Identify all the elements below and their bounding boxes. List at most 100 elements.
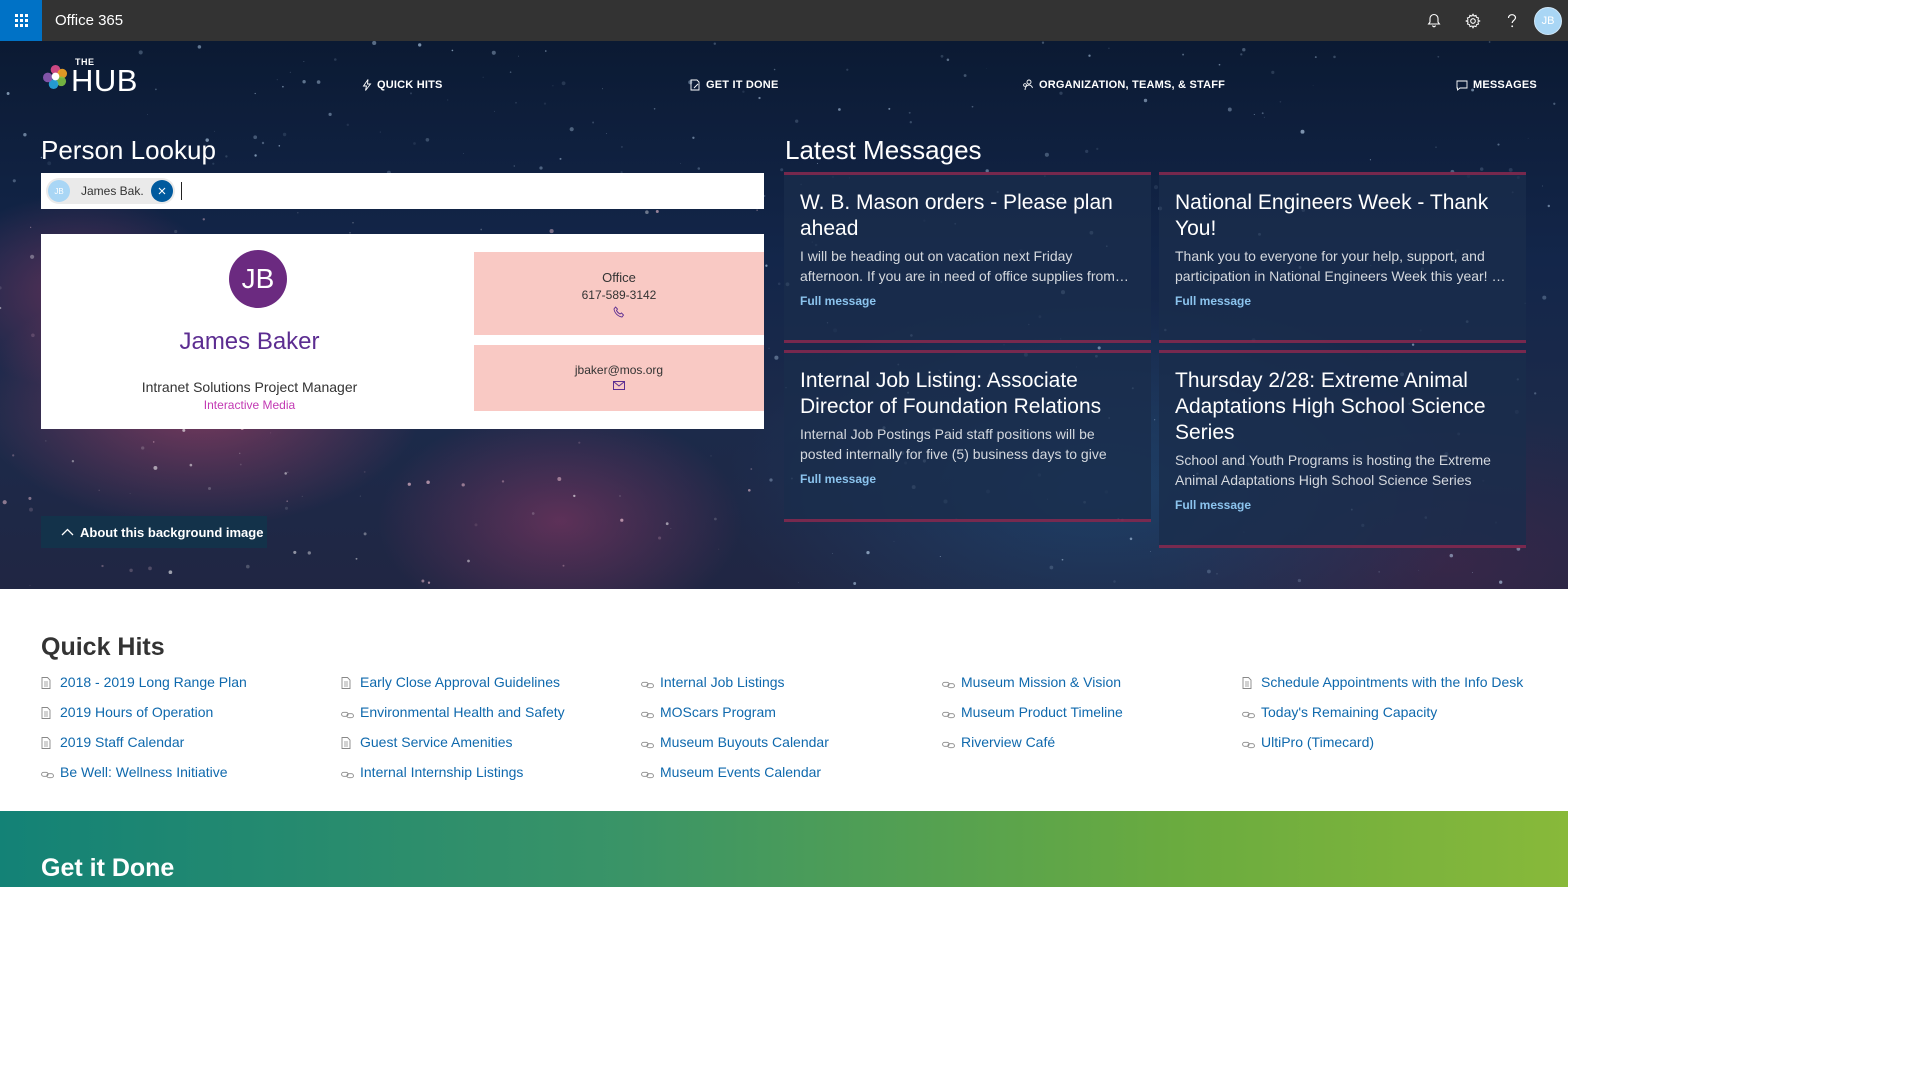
quick-hit-label: Today's Remaining Capacity: [1261, 704, 1438, 720]
quick-hit-link[interactable]: Today's Remaining Capacity: [1242, 702, 1532, 724]
pill-avatar: JB: [48, 180, 70, 202]
office-phone-box[interactable]: Office 617-589-3142: [474, 252, 764, 335]
quick-hit-label: 2018 - 2019 Long Range Plan: [60, 674, 247, 690]
help-icon[interactable]: [1492, 0, 1531, 41]
logo-hub: HUB: [71, 63, 138, 98]
chevron-up-icon: [61, 528, 74, 536]
nav-label: MESSAGES: [1473, 79, 1537, 91]
quick-hit-link[interactable]: Museum Events Calendar: [641, 762, 931, 784]
message-excerpt: Internal Job Postings Paid staff positio…: [800, 426, 1107, 462]
quick-hit-link[interactable]: 2019 Hours of Operation: [41, 702, 331, 724]
nav-messages[interactable]: MESSAGES: [1456, 79, 1537, 91]
pill-name: James Bak...: [81, 184, 143, 198]
hero-section: THE HUB QUICK HITS GET IT DONE ORGANIZAT…: [0, 41, 1568, 589]
document-icon: [341, 736, 360, 754]
full-message-link[interactable]: Full message: [1175, 498, 1251, 512]
app-title[interactable]: Office 365: [55, 12, 123, 29]
quick-hits-column: Museum Mission & Vision Museum Product Ti…: [942, 672, 1232, 762]
link-icon: [1242, 736, 1261, 754]
message-title[interactable]: W. B. Mason orders - Please plan ahead: [800, 190, 1135, 242]
nav-label: QUICK HITS: [377, 79, 443, 91]
get-it-done-section: Get it Done: [0, 811, 1568, 887]
mail-icon[interactable]: [613, 381, 625, 390]
quick-hit-label: Internal Job Listings: [660, 674, 785, 690]
link-icon: [641, 676, 660, 694]
full-message-link[interactable]: Full message: [800, 472, 876, 486]
quick-hits-column: Schedule Appointments with the Info Desk…: [1242, 672, 1532, 762]
bell-icon[interactable]: [1414, 0, 1453, 41]
selected-person-pill[interactable]: JB James Bak...: [46, 178, 175, 204]
link-icon: [341, 766, 360, 784]
quick-hit-link[interactable]: Museum Product Timeline: [942, 702, 1232, 724]
user-avatar[interactable]: JB: [1534, 6, 1562, 35]
message-card[interactable]: Internal Job Listing: Associate Director…: [784, 350, 1151, 522]
message-excerpt: Thank you to everyone for your help, sup…: [1175, 248, 1506, 284]
quick-hit-label: Guest Service Amenities: [360, 734, 513, 750]
person-card: JB James Baker Intranet Solutions Projec…: [41, 234, 764, 429]
remove-person-button[interactable]: [151, 180, 173, 202]
about-background-label: About this background image: [80, 524, 264, 540]
quick-hit-link[interactable]: 2019 Staff Calendar: [41, 732, 331, 754]
quick-hit-link[interactable]: MOScars Program: [641, 702, 931, 724]
person-avatar: JB: [229, 250, 287, 308]
message-excerpt: I will be heading out on vacation next F…: [800, 248, 1129, 284]
quick-hit-label: Museum Product Timeline: [961, 704, 1123, 720]
quick-hit-link[interactable]: Museum Buyouts Calendar: [641, 732, 931, 754]
nav-get-it-done[interactable]: GET IT DONE: [690, 79, 778, 91]
quick-hit-label: UltiPro (Timecard): [1261, 734, 1375, 750]
nav-label: GET IT DONE: [706, 79, 779, 91]
quick-hit-link[interactable]: Schedule Appointments with the Info Desk: [1242, 672, 1532, 694]
email-box[interactable]: jbaker@mos.org: [474, 345, 764, 411]
quick-hit-label: Museum Mission & Vision: [961, 674, 1122, 690]
quick-hits-column: Early Close Approval Guidelines Environme…: [341, 672, 631, 792]
quick-hits-title: Quick Hits: [41, 633, 165, 661]
latest-messages-title: Latest Messages: [785, 135, 982, 165]
get-it-done-title: Get it Done: [41, 854, 175, 882]
link-icon: [641, 766, 660, 784]
link-icon: [641, 706, 660, 724]
quick-hit-link[interactable]: Environmental Health and Safety: [341, 702, 631, 724]
quick-hit-label: Museum Events Calendar: [660, 764, 822, 780]
document-icon: [41, 676, 60, 694]
person-department[interactable]: Interactive Media: [41, 398, 458, 412]
hub-logo[interactable]: THE HUB: [43, 56, 153, 100]
quick-hit-label: Schedule Appointments with the Info Desk: [1261, 674, 1524, 690]
person-search-input[interactable]: [184, 179, 744, 203]
message-title[interactable]: Thursday 2/28: Extreme Animal Adaptation…: [1175, 368, 1510, 446]
gear-icon[interactable]: [1453, 0, 1492, 41]
phone-icon[interactable]: [613, 306, 625, 318]
nav-organization[interactable]: ORGANIZATION, TEAMS, & STAFF: [1022, 79, 1225, 91]
office-phone: 617-589-3142: [581, 288, 657, 302]
link-icon: [942, 706, 961, 724]
quick-hit-link[interactable]: Guest Service Amenities: [341, 732, 631, 754]
quick-hit-label: 2019 Hours of Operation: [60, 704, 214, 720]
nav-label: ORGANIZATION, TEAMS, & STAFF: [1039, 79, 1226, 91]
message-title[interactable]: National Engineers Week - Thank You!: [1175, 190, 1510, 242]
message-title[interactable]: Internal Job Listing: Associate Director…: [800, 368, 1135, 420]
person-name[interactable]: James Baker: [41, 328, 458, 356]
quick-hit-link[interactable]: UltiPro (Timecard): [1242, 732, 1532, 754]
quick-hit-link[interactable]: Museum Mission & Vision: [942, 672, 1232, 694]
link-icon: [1242, 706, 1261, 724]
quick-hit-link[interactable]: Riverview Café: [942, 732, 1232, 754]
message-card[interactable]: W. B. Mason orders - Please plan ahead I…: [784, 172, 1151, 343]
about-background-button[interactable]: About this background image: [41, 516, 267, 548]
message-card[interactable]: National Engineers Week - Thank You! Tha…: [1159, 172, 1526, 343]
people-picker[interactable]: JB James Bak...: [41, 173, 764, 209]
message-card[interactable]: Thursday 2/28: Extreme Animal Adaptation…: [1159, 350, 1526, 548]
quick-hit-link[interactable]: Be Well: Wellness Initiative: [41, 762, 331, 784]
quick-hit-link[interactable]: Internal Internship Listings: [341, 762, 631, 784]
waffle-icon[interactable]: [0, 0, 42, 41]
link-icon: [341, 706, 360, 724]
link-icon: [942, 676, 961, 694]
quick-hit-link[interactable]: 2018 - 2019 Long Range Plan: [41, 672, 331, 694]
email-address: jbaker@mos.org: [574, 363, 664, 377]
quick-hit-link[interactable]: Internal Job Listings: [641, 672, 931, 694]
quick-hit-label: Internal Internship Listings: [360, 764, 524, 780]
link-icon: [41, 766, 60, 784]
close-icon: [158, 187, 166, 195]
full-message-link[interactable]: Full message: [800, 294, 876, 308]
quick-hit-link[interactable]: Early Close Approval Guidelines: [341, 672, 631, 694]
nav-quick-hits[interactable]: QUICK HITS: [362, 79, 443, 91]
full-message-link[interactable]: Full message: [1175, 294, 1251, 308]
